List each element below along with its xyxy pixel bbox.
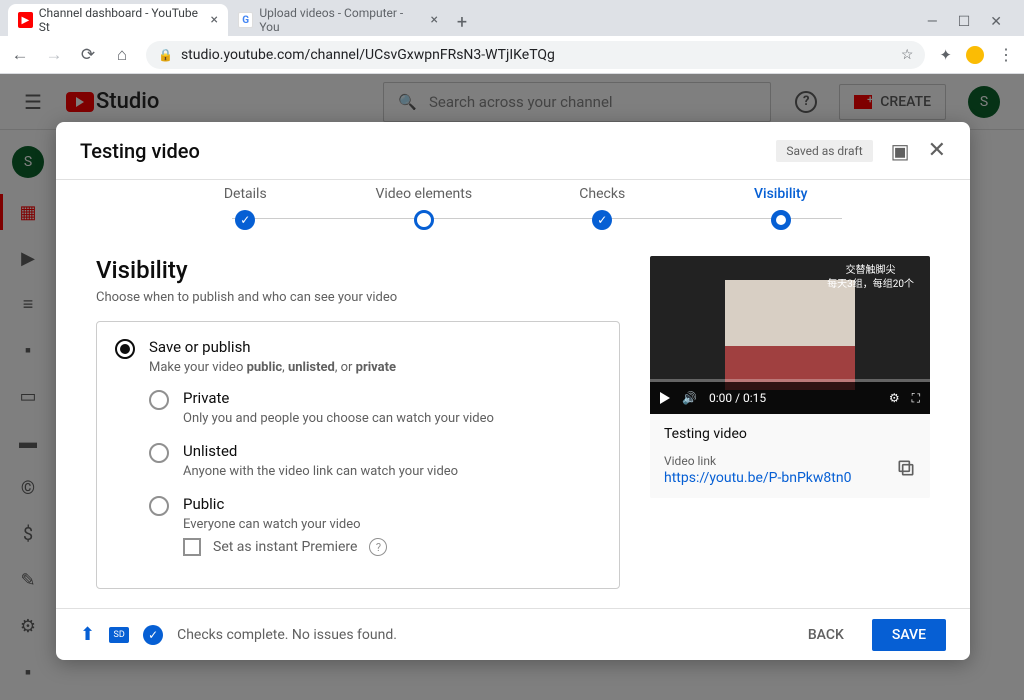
- maximize-icon[interactable]: ☐: [958, 14, 971, 30]
- browser-tabstrip: ▶ Channel dashboard - YouTube St × G Upl…: [0, 0, 1024, 36]
- video-preview: 交替触脚尖 每天3组，每组20个 🔊 0:00 / 0:15 ⚙ ⛶: [650, 256, 930, 498]
- section-title: Visibility: [96, 256, 620, 284]
- youtube-favicon: ▶: [18, 12, 33, 28]
- settings-icon[interactable]: ⚙: [889, 391, 900, 406]
- upload-dialog: Testing video Saved as draft ▣ ✕ Details…: [56, 122, 970, 660]
- section-subtitle: Choose when to publish and who can see y…: [96, 290, 620, 305]
- window-controls: — ☐ ✕: [927, 14, 1016, 36]
- google-favicon: G: [238, 12, 253, 28]
- browser-tab-active[interactable]: ▶ Channel dashboard - YouTube St ×: [8, 4, 228, 36]
- back-icon[interactable]: ←: [10, 45, 30, 65]
- video-time: 0:00 / 0:15: [709, 391, 766, 405]
- dialog-title: Testing video: [80, 139, 200, 163]
- draft-badge: Saved as draft: [776, 140, 872, 162]
- preview-video-title: Testing video: [664, 426, 916, 442]
- fullscreen-icon[interactable]: ⛶: [912, 391, 920, 406]
- video-thumbnail[interactable]: 交替触脚尖 每天3组，每组20个 🔊 0:00 / 0:15 ⚙ ⛶: [650, 256, 930, 414]
- save-button[interactable]: SAVE: [872, 619, 946, 651]
- forward-icon: →: [44, 45, 64, 65]
- menu-icon[interactable]: ⋮: [998, 45, 1014, 64]
- volume-icon[interactable]: 🔊: [682, 391, 697, 405]
- help-icon[interactable]: ?: [369, 538, 387, 556]
- video-controls: 🔊 0:00 / 0:15 ⚙ ⛶: [650, 382, 930, 414]
- visibility-card: Save or publish Make your video public, …: [96, 321, 620, 589]
- radio-public[interactable]: [149, 496, 169, 516]
- close-icon[interactable]: ×: [431, 12, 438, 28]
- address-bar[interactable]: 🔒 studio.youtube.com/channel/UCsvGxwpnFR…: [146, 41, 925, 69]
- play-icon[interactable]: [660, 392, 670, 404]
- radio-private[interactable]: [149, 390, 169, 410]
- reload-icon[interactable]: ⟳: [78, 45, 98, 65]
- browser-tab[interactable]: G Upload videos - Computer - You ×: [228, 4, 448, 36]
- upload-icon: ⬆: [80, 624, 95, 645]
- close-icon[interactable]: ✕: [928, 138, 946, 163]
- tab-title: Upload videos - Computer - You: [259, 6, 418, 34]
- star-icon[interactable]: ☆: [901, 47, 914, 63]
- back-button[interactable]: BACK: [792, 619, 860, 651]
- premiere-label: Set as instant Premiere: [213, 539, 357, 555]
- video-link-label: Video link: [664, 454, 851, 468]
- radio-unlisted[interactable]: [149, 443, 169, 463]
- check-icon: ✓: [235, 210, 255, 230]
- close-window-icon[interactable]: ✕: [990, 14, 1002, 30]
- step-checks[interactable]: Checks ✓: [513, 186, 692, 230]
- stepper: Details ✓ Video elements Checks ✓ Visibi…: [56, 180, 970, 236]
- step-video-elements[interactable]: Video elements: [335, 186, 514, 230]
- radio-save-publish[interactable]: [115, 339, 135, 359]
- premiere-checkbox[interactable]: [183, 538, 201, 556]
- new-tab-button[interactable]: +: [448, 8, 476, 36]
- dialog-footer: ⬆ SD ✓ Checks complete. No issues found.…: [56, 608, 970, 660]
- dialog-header: Testing video Saved as draft ▣ ✕: [56, 122, 970, 180]
- extension-badge-icon[interactable]: [966, 46, 984, 64]
- url-text: studio.youtube.com/channel/UCsvGxwpnFRsN…: [181, 47, 555, 63]
- video-link[interactable]: https://youtu.be/P-bnPkw8tn0: [664, 470, 851, 486]
- copy-icon[interactable]: [896, 458, 916, 482]
- home-icon[interactable]: ⌂: [112, 45, 132, 65]
- step-visibility[interactable]: Visibility: [692, 186, 871, 230]
- step-dot-active: [771, 210, 791, 230]
- close-icon[interactable]: ×: [211, 12, 218, 28]
- lock-icon: 🔒: [158, 48, 173, 62]
- check-icon: ✓: [592, 210, 612, 230]
- save-publish-desc: Make your video public, unlisted, or pri…: [149, 360, 396, 375]
- check-icon: ✓: [143, 625, 163, 645]
- feedback-icon[interactable]: ▣: [891, 139, 910, 163]
- extensions-icon[interactable]: ✦: [939, 46, 952, 64]
- minimize-icon[interactable]: —: [927, 14, 938, 30]
- step-details[interactable]: Details ✓: [156, 186, 335, 230]
- sd-badge: SD: [109, 627, 129, 643]
- step-dot: [414, 210, 434, 230]
- save-publish-title: Save or publish: [149, 338, 396, 356]
- tab-title: Channel dashboard - YouTube St: [39, 6, 199, 34]
- footer-status: Checks complete. No issues found.: [177, 627, 397, 643]
- browser-toolbar: ← → ⟳ ⌂ 🔒 studio.youtube.com/channel/UCs…: [0, 36, 1024, 74]
